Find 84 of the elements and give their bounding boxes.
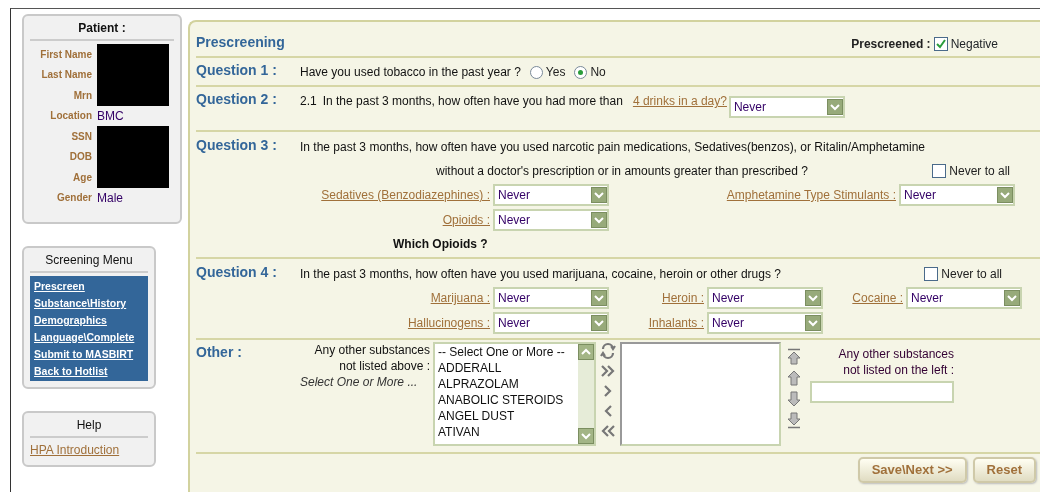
field-label: Mrn — [72, 88, 93, 103]
question-label: Question 3 : — [196, 136, 278, 155]
form-button[interactable]: Reset — [972, 457, 1036, 483]
scrollbar[interactable] — [578, 344, 594, 444]
menu-link[interactable]: Back to Hotlist — [34, 364, 144, 378]
hint-text: Select One or More ... — [300, 374, 419, 390]
drinks-link[interactable]: 4 drinks in a day? — [632, 92, 727, 110]
field-value: BMC — [97, 107, 124, 125]
selected-listbox[interactable] — [620, 342, 781, 446]
menu-link[interactable]: Demographics — [34, 313, 144, 327]
checkbox-label: Never to all — [949, 163, 1010, 180]
panel-title: Patient : — [30, 19, 174, 41]
radio-button[interactable] — [574, 65, 588, 79]
panel-title: Screening Menu — [30, 251, 148, 273]
menu-link[interactable]: Submit to MASBIRT — [34, 347, 144, 361]
substance-link[interactable]: Amphetamine Type Stimulants : — [726, 186, 899, 204]
substance-link[interactable]: Heroin : — [661, 289, 707, 307]
substance-link[interactable]: Hallucinogens : — [407, 314, 493, 332]
list-item[interactable]: ANGEL DUST — [435, 408, 578, 424]
question-text: In the past 3 months, how often have you used marijuana, cocaine, heroin or other drugs ? — [300, 266, 781, 283]
prescreened-label: Prescreened : — [851, 36, 931, 53]
question-text: without a doctor's prescription or in amounts greater than prescribed ? — [436, 163, 808, 180]
text-field[interactable] — [810, 381, 954, 403]
question-text: Have you used tobacco in the past year ? — [300, 64, 521, 81]
question-number: 2.1 — [300, 93, 317, 110]
checkbox[interactable] — [932, 164, 947, 178]
substance-link[interactable]: Cocaine : — [852, 289, 906, 307]
question-label: Question 2 : — [196, 90, 278, 109]
move-down-icon[interactable] — [786, 390, 802, 408]
substance-link[interactable]: Inhalants : — [648, 314, 707, 332]
radio-label: Yes — [545, 64, 566, 81]
prompt-text: Any other substances not listed above : — [313, 342, 430, 374]
section-title: Prescreening — [196, 33, 285, 52]
list-item[interactable]: ANABOLIC STEROIDS — [435, 392, 578, 408]
move-top-icon[interactable] — [786, 348, 802, 366]
radio-button[interactable] — [529, 65, 543, 79]
field-label: SSN — [70, 129, 93, 144]
checkbox[interactable] — [933, 37, 948, 51]
panel-title: Help — [30, 416, 148, 438]
dropdown[interactable]: Never — [493, 287, 609, 309]
field-label: Last Name — [40, 68, 93, 83]
dropdown[interactable]: Never — [728, 96, 845, 118]
checkbox-label: Never to all — [941, 266, 1002, 283]
form-button[interactable]: Save\Next >> — [857, 457, 967, 483]
scroll-down-icon[interactable] — [578, 428, 594, 444]
radio-label: No — [590, 64, 606, 81]
dropdown[interactable]: Never — [906, 287, 1022, 309]
field-label: First Name — [39, 47, 93, 62]
list-item[interactable]: ADDERALL — [435, 360, 578, 376]
list-item[interactable]: ALPRAZOLAM — [435, 376, 578, 392]
dropdown[interactable]: Never — [493, 209, 609, 231]
dropdown[interactable]: Never — [493, 184, 609, 206]
question-note: Which Opioids ? — [393, 236, 489, 253]
substance-link[interactable]: Opioids : — [442, 211, 493, 229]
swap-icon[interactable] — [600, 342, 616, 360]
menu-link[interactable]: Prescreen — [34, 279, 144, 293]
dropdown[interactable]: Never — [899, 184, 1015, 206]
checkbox-label: Negative — [950, 36, 998, 53]
question-label: Question 1 : — [196, 61, 278, 80]
menu-link[interactable]: Language\Complete — [34, 330, 144, 344]
move-up-icon[interactable] — [786, 369, 802, 387]
question-label: Other : — [196, 343, 243, 362]
field-label: Age — [72, 170, 93, 185]
question-text: In the past 3 months, how often have you used narcotic pain medications, Sedatives(benzos), or Ritalin/Amphetamine — [300, 139, 925, 156]
field-label: Location — [49, 109, 93, 124]
checkbox[interactable] — [924, 267, 939, 281]
substance-link[interactable]: Marijuana : — [430, 289, 493, 307]
field-label: Gender — [56, 191, 93, 206]
dropdown[interactable]: Never — [707, 287, 823, 309]
substance-link[interactable]: Sedatives (Benzodiazephines) : — [321, 186, 493, 204]
question-label: Question 4 : — [196, 263, 278, 282]
dropdown[interactable]: Never — [493, 312, 609, 334]
dropdown[interactable]: Never — [707, 312, 823, 334]
field-label: Any other substances not listed on the left : — [838, 346, 954, 378]
substance-listbox[interactable]: -- Select One or More -- ADDERALL ALPRAZOLAM ANABOLIC STEROIDS ANGEL DUST ATIVAN — [433, 342, 596, 446]
list-item[interactable]: -- Select One or More -- — [435, 344, 578, 360]
scroll-up-icon[interactable] — [578, 344, 594, 360]
move-bottom-icon[interactable] — [786, 411, 802, 429]
field-value: Male — [97, 189, 123, 207]
menu-link[interactable]: Substance\History — [34, 296, 144, 310]
list-item[interactable]: ATIVAN — [435, 424, 578, 440]
help-link[interactable]: HPA Introduction — [30, 443, 120, 457]
question-text: In the past 3 months, how often have you had more than — [322, 93, 623, 110]
field-label: DOB — [68, 150, 93, 165]
